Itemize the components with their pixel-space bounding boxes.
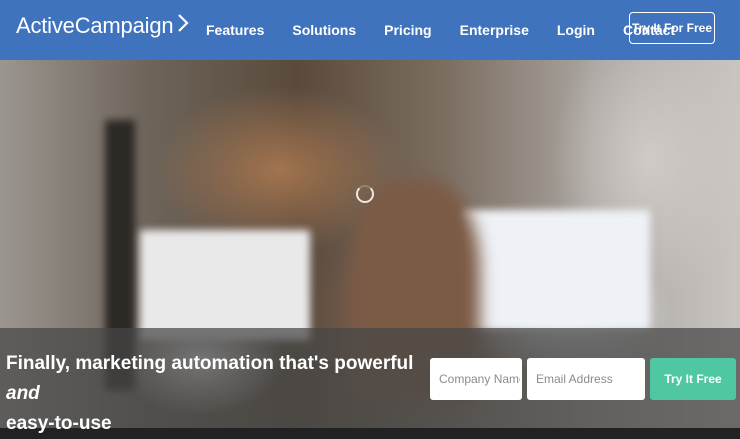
nav-features[interactable]: Features (206, 22, 264, 38)
logo[interactable]: ActiveCampaign (16, 13, 189, 39)
top-navigation-bar: ActiveCampaign Features Solutions Pricin… (0, 0, 740, 60)
chevron-right-icon (177, 13, 189, 39)
headline-text-line2: easy-to-use (6, 413, 112, 434)
headline-text: Finally, marketing automation that's pow… (6, 353, 414, 374)
spinner-icon (356, 185, 374, 203)
try-it-free-button[interactable]: Try It Free (650, 358, 736, 400)
nav-enterprise[interactable]: Enterprise (460, 22, 529, 38)
headline-emphasis: and (6, 383, 40, 404)
hero-headline: Finally, marketing automation that's pow… (6, 349, 426, 439)
email-address-input[interactable] (527, 358, 645, 400)
hero-image-detail (140, 230, 310, 340)
logo-text: ActiveCampaign (16, 13, 174, 38)
nav-solutions[interactable]: Solutions (292, 22, 356, 38)
nav-pricing[interactable]: Pricing (384, 22, 431, 38)
try-it-for-free-button[interactable]: Try It For Free (629, 12, 715, 44)
hero-image-detail (460, 210, 650, 330)
nav-login[interactable]: Login (557, 22, 595, 38)
company-name-input[interactable] (430, 358, 522, 400)
